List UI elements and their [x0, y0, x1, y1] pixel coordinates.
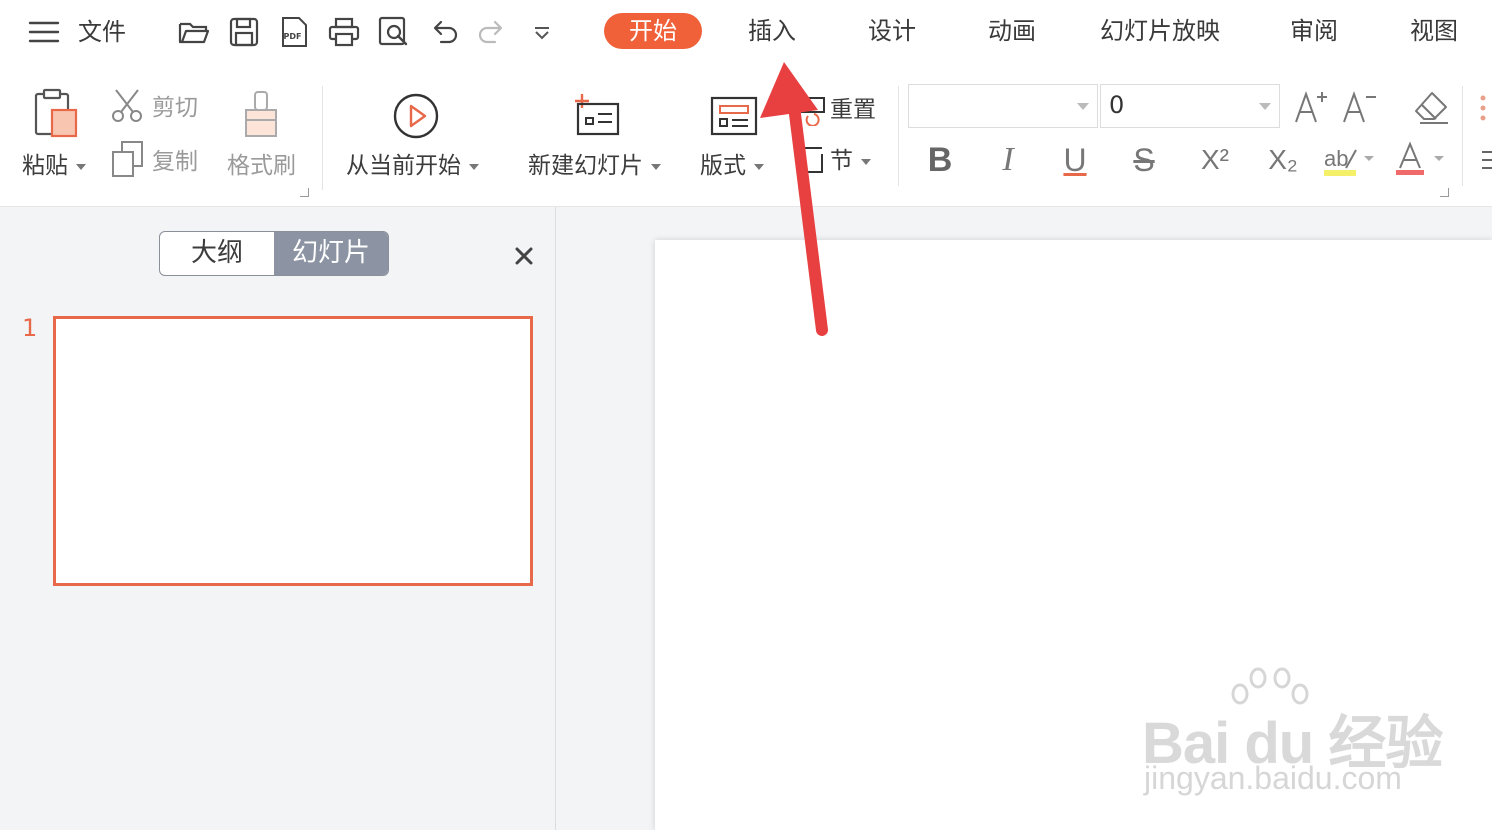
slide-thumbnail[interactable]	[53, 316, 533, 586]
bold-button[interactable]: B	[920, 140, 960, 180]
format-painter-icon[interactable]	[242, 90, 282, 140]
play-icon[interactable]	[392, 92, 440, 140]
tab-outline[interactable]: 大纲	[160, 232, 274, 275]
italic-button[interactable]: I	[988, 140, 1028, 180]
chevron-down-icon	[1077, 103, 1089, 110]
save-icon[interactable]	[226, 14, 262, 50]
slide-number: 1	[22, 314, 38, 342]
layout-icon[interactable]	[710, 96, 758, 136]
open-folder-icon[interactable]	[176, 14, 212, 50]
underline-button[interactable]: U	[1055, 140, 1095, 180]
align-icon[interactable]	[1482, 148, 1492, 174]
paste-icon[interactable]	[32, 88, 80, 140]
svg-text:ab: ab	[1324, 146, 1348, 171]
new-slide-icon[interactable]	[572, 92, 622, 138]
layout-label: 版式	[700, 153, 746, 179]
tab-slides[interactable]: 幻灯片	[274, 232, 388, 275]
paw-icon	[1226, 666, 1316, 716]
tab-design[interactable]: 设计	[868, 16, 916, 46]
font-size-value: 0	[1109, 91, 1125, 119]
paste-label: 粘贴	[22, 153, 68, 179]
file-menu[interactable]: 文件	[78, 17, 126, 47]
paste-button[interactable]: 粘贴	[22, 152, 86, 180]
chevron-down-icon	[1259, 103, 1271, 110]
tab-animation[interactable]: 动画	[988, 16, 1036, 46]
tab-home[interactable]: 开始	[604, 13, 702, 49]
copy-button[interactable]: 复制	[152, 148, 198, 176]
shrink-font-icon[interactable]	[1340, 88, 1380, 128]
export-pdf-icon[interactable]: PDF	[276, 14, 312, 50]
section-button[interactable]: 节	[830, 147, 871, 175]
from-current-button[interactable]: 从当前开始	[346, 152, 479, 180]
group-launcher-icon[interactable]	[300, 188, 309, 197]
superscript-button[interactable]: X²	[1192, 140, 1238, 180]
annotation-arrow	[756, 56, 836, 336]
view-switch: 大纲 幻灯片	[159, 231, 389, 276]
redo-icon[interactable]	[474, 14, 510, 50]
font-color-icon[interactable]	[1394, 140, 1450, 180]
chevron-down-icon	[651, 163, 661, 170]
font-size-select[interactable]: 0	[1100, 84, 1280, 128]
close-icon[interactable]	[512, 244, 536, 268]
chevron-down-icon	[861, 158, 871, 165]
grow-font-icon[interactable]	[1292, 88, 1332, 128]
svg-text:PDF: PDF	[284, 32, 302, 41]
tab-slideshow[interactable]: 幻灯片放映	[1100, 16, 1220, 46]
highlight-icon[interactable]: ab	[1322, 142, 1378, 180]
copy-icon[interactable]	[110, 140, 146, 180]
ribbon-divider	[1462, 86, 1463, 186]
format-painter-button[interactable]: 格式刷	[227, 152, 296, 180]
new-slide-label: 新建幻灯片	[528, 153, 643, 179]
ribbon-divider	[322, 86, 323, 190]
tab-insert[interactable]: 插入	[748, 16, 796, 46]
print-preview-icon[interactable]	[376, 14, 412, 50]
menu-icon[interactable]	[28, 20, 60, 44]
new-slide-button[interactable]: 新建幻灯片	[528, 152, 661, 180]
menu-bar: 文件 PDF 开始 插入 设计 动画 幻灯片放映 审阅 视图	[0, 0, 1492, 66]
cut-button[interactable]: 剪切	[152, 94, 198, 122]
subscript-button[interactable]: X₂	[1260, 140, 1306, 180]
group-launcher-icon[interactable]	[1440, 188, 1449, 197]
clear-format-icon[interactable]	[1412, 90, 1452, 126]
print-icon[interactable]	[326, 14, 362, 50]
tab-review[interactable]: 审阅	[1290, 16, 1338, 46]
ribbon-divider	[898, 86, 899, 186]
layout-button[interactable]: 版式	[700, 152, 764, 180]
watermark-url: jingyan.baidu.com	[1144, 760, 1402, 796]
undo-icon[interactable]	[426, 14, 462, 50]
scissors-icon[interactable]	[110, 88, 146, 124]
from-current-label: 从当前开始	[346, 153, 461, 179]
customize-dropdown-icon[interactable]	[524, 14, 560, 50]
chevron-down-icon	[76, 163, 86, 170]
reset-button[interactable]: 重置	[830, 96, 876, 124]
strikethrough-button[interactable]: S	[1124, 140, 1164, 180]
chevron-down-icon	[469, 163, 479, 170]
tab-view[interactable]: 视图	[1410, 16, 1458, 46]
font-name-select[interactable]	[908, 84, 1098, 128]
more-icon[interactable]	[1478, 92, 1488, 132]
